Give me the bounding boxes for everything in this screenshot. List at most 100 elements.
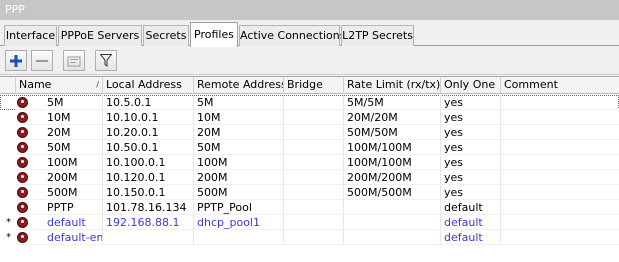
cell-rate-limit bbox=[344, 230, 441, 245]
cell-rate-limit: 500M/500M bbox=[344, 185, 441, 200]
cell-name: 10M bbox=[16, 110, 103, 125]
cell-only-one: yes bbox=[441, 140, 501, 155]
cell-bridge bbox=[284, 110, 344, 125]
table-row[interactable]: 5M 10.5.0.1 5M 5M/5M yes bbox=[0, 95, 619, 110]
cell-comment bbox=[501, 125, 619, 140]
header-local-address[interactable]: Local Address bbox=[103, 77, 194, 94]
cell-bridge bbox=[284, 155, 344, 170]
sort-indicator: / bbox=[96, 80, 99, 89]
profile-icon bbox=[17, 97, 28, 108]
cell-name: 100M bbox=[16, 155, 103, 170]
cell-local-address: 10.20.0.1 bbox=[103, 125, 194, 140]
cell-remote-address: 20M bbox=[194, 125, 284, 140]
header-comment[interactable]: Comment bbox=[501, 77, 619, 94]
cell-rate-limit: 50M/50M bbox=[344, 125, 441, 140]
tab-secrets[interactable]: Secrets bbox=[143, 25, 189, 46]
tab-bar: Interface PPPoE Servers Secrets Profiles… bbox=[0, 22, 619, 47]
filter-button[interactable] bbox=[95, 50, 117, 71]
table-header: Name / Local Address Remote Address Brid… bbox=[0, 77, 619, 94]
cell-bridge bbox=[284, 185, 344, 200]
cell-remote-address: PPTP_Pool bbox=[194, 200, 284, 215]
remove-icon bbox=[36, 59, 48, 62]
table-row[interactable]: 10M 10.10.0.1 10M 20M/20M yes bbox=[0, 110, 619, 125]
table-row[interactable]: PPTP 101.78.16.134 PPTP_Pool default bbox=[0, 200, 619, 215]
add-button[interactable] bbox=[5, 50, 27, 71]
cell-only-one: yes bbox=[441, 185, 501, 200]
tab-l2tp-secrets[interactable]: L2TP Secrets bbox=[341, 25, 414, 46]
cell-comment bbox=[501, 170, 619, 185]
cell-bridge bbox=[284, 230, 344, 245]
cell-rate-limit: 200M/200M bbox=[344, 170, 441, 185]
cell-bridge bbox=[284, 140, 344, 155]
cell-remote-address: 10M bbox=[194, 110, 284, 125]
cell-rate-limit: 5M/5M bbox=[344, 95, 441, 110]
tab-pppoe-servers[interactable]: PPPoE Servers bbox=[58, 25, 142, 46]
cell-rate-limit bbox=[344, 215, 441, 230]
tab-interface[interactable]: Interface bbox=[4, 25, 57, 46]
profile-icon bbox=[17, 187, 28, 198]
cell-local-address bbox=[103, 230, 194, 245]
row-marker: * bbox=[6, 217, 11, 228]
cell-rate-limit bbox=[344, 200, 441, 215]
cell-comment bbox=[501, 230, 619, 245]
remove-button[interactable] bbox=[31, 50, 53, 71]
toolbar bbox=[0, 47, 619, 75]
cell-remote-address: 100M bbox=[194, 155, 284, 170]
header-name[interactable]: Name / bbox=[16, 77, 103, 94]
tab-active-connections[interactable]: Active Connections bbox=[239, 25, 346, 46]
profile-icon bbox=[17, 217, 28, 228]
cell-remote-address: 500M bbox=[194, 185, 284, 200]
profile-icon bbox=[17, 142, 28, 153]
cell-local-address: 10.150.0.1 bbox=[103, 185, 194, 200]
table-row[interactable]: * default 192.168.88.1 dhcp_pool1 default bbox=[0, 215, 619, 230]
cell-bridge bbox=[284, 215, 344, 230]
filter-icon bbox=[100, 54, 112, 67]
cell-remote-address: dhcp_pool1 bbox=[194, 215, 284, 230]
cell-local-address: 10.50.0.1 bbox=[103, 140, 194, 155]
table-row[interactable]: 500M 10.150.0.1 500M 500M/500M yes bbox=[0, 185, 619, 200]
cell-name: PPTP bbox=[16, 200, 103, 215]
profiles-table: Name / Local Address Remote Address Brid… bbox=[0, 76, 619, 262]
cell-name: 20M bbox=[16, 125, 103, 140]
copy-comment-icon bbox=[67, 56, 81, 66]
profile-icon bbox=[17, 112, 28, 123]
cell-comment bbox=[501, 110, 619, 125]
table-row[interactable]: * default-encr... default bbox=[0, 230, 619, 245]
comment-button[interactable] bbox=[63, 50, 85, 71]
cell-comment bbox=[501, 95, 619, 110]
cell-local-address: 10.5.0.1 bbox=[103, 95, 194, 110]
table-row[interactable]: 20M 10.20.0.1 20M 50M/50M yes bbox=[0, 125, 619, 140]
cell-comment bbox=[501, 140, 619, 155]
cell-bridge bbox=[284, 95, 344, 110]
table-row[interactable]: 200M 10.120.0.1 200M 200M/200M yes bbox=[0, 170, 619, 185]
cell-name: default-encr... bbox=[16, 230, 103, 245]
cell-only-one: default bbox=[441, 200, 501, 215]
cell-comment bbox=[501, 155, 619, 170]
profile-icon bbox=[17, 232, 28, 243]
table-row[interactable]: 100M 10.100.0.1 100M 100M/100M yes bbox=[0, 155, 619, 170]
cell-rate-limit: 100M/100M bbox=[344, 155, 441, 170]
header-bridge[interactable]: Bridge bbox=[284, 77, 344, 94]
row-marker: * bbox=[6, 232, 11, 243]
cell-only-one: yes bbox=[441, 125, 501, 140]
cell-local-address: 10.10.0.1 bbox=[103, 110, 194, 125]
header-remote-address[interactable]: Remote Address bbox=[194, 77, 284, 94]
window-title: PPP bbox=[0, 0, 619, 20]
profile-icon bbox=[17, 202, 28, 213]
cell-comment bbox=[501, 215, 619, 230]
tab-profiles[interactable]: Profiles bbox=[190, 22, 238, 47]
header-only-one[interactable]: Only One bbox=[441, 77, 501, 94]
profile-icon bbox=[17, 127, 28, 138]
profile-icon bbox=[17, 172, 28, 183]
header-rate-limit[interactable]: Rate Limit (rx/tx) bbox=[344, 77, 441, 94]
cell-remote-address: 5M bbox=[194, 95, 284, 110]
cell-rate-limit: 20M/20M bbox=[344, 110, 441, 125]
cell-local-address: 10.100.0.1 bbox=[103, 155, 194, 170]
cell-bridge bbox=[284, 170, 344, 185]
add-icon bbox=[10, 54, 22, 67]
cell-rate-limit: 100M/100M bbox=[344, 140, 441, 155]
cell-local-address: 192.168.88.1 bbox=[103, 215, 194, 230]
cell-local-address: 101.78.16.134 bbox=[103, 200, 194, 215]
cell-remote-address bbox=[194, 230, 284, 245]
table-row[interactable]: 50M 10.50.0.1 50M 100M/100M yes bbox=[0, 140, 619, 155]
